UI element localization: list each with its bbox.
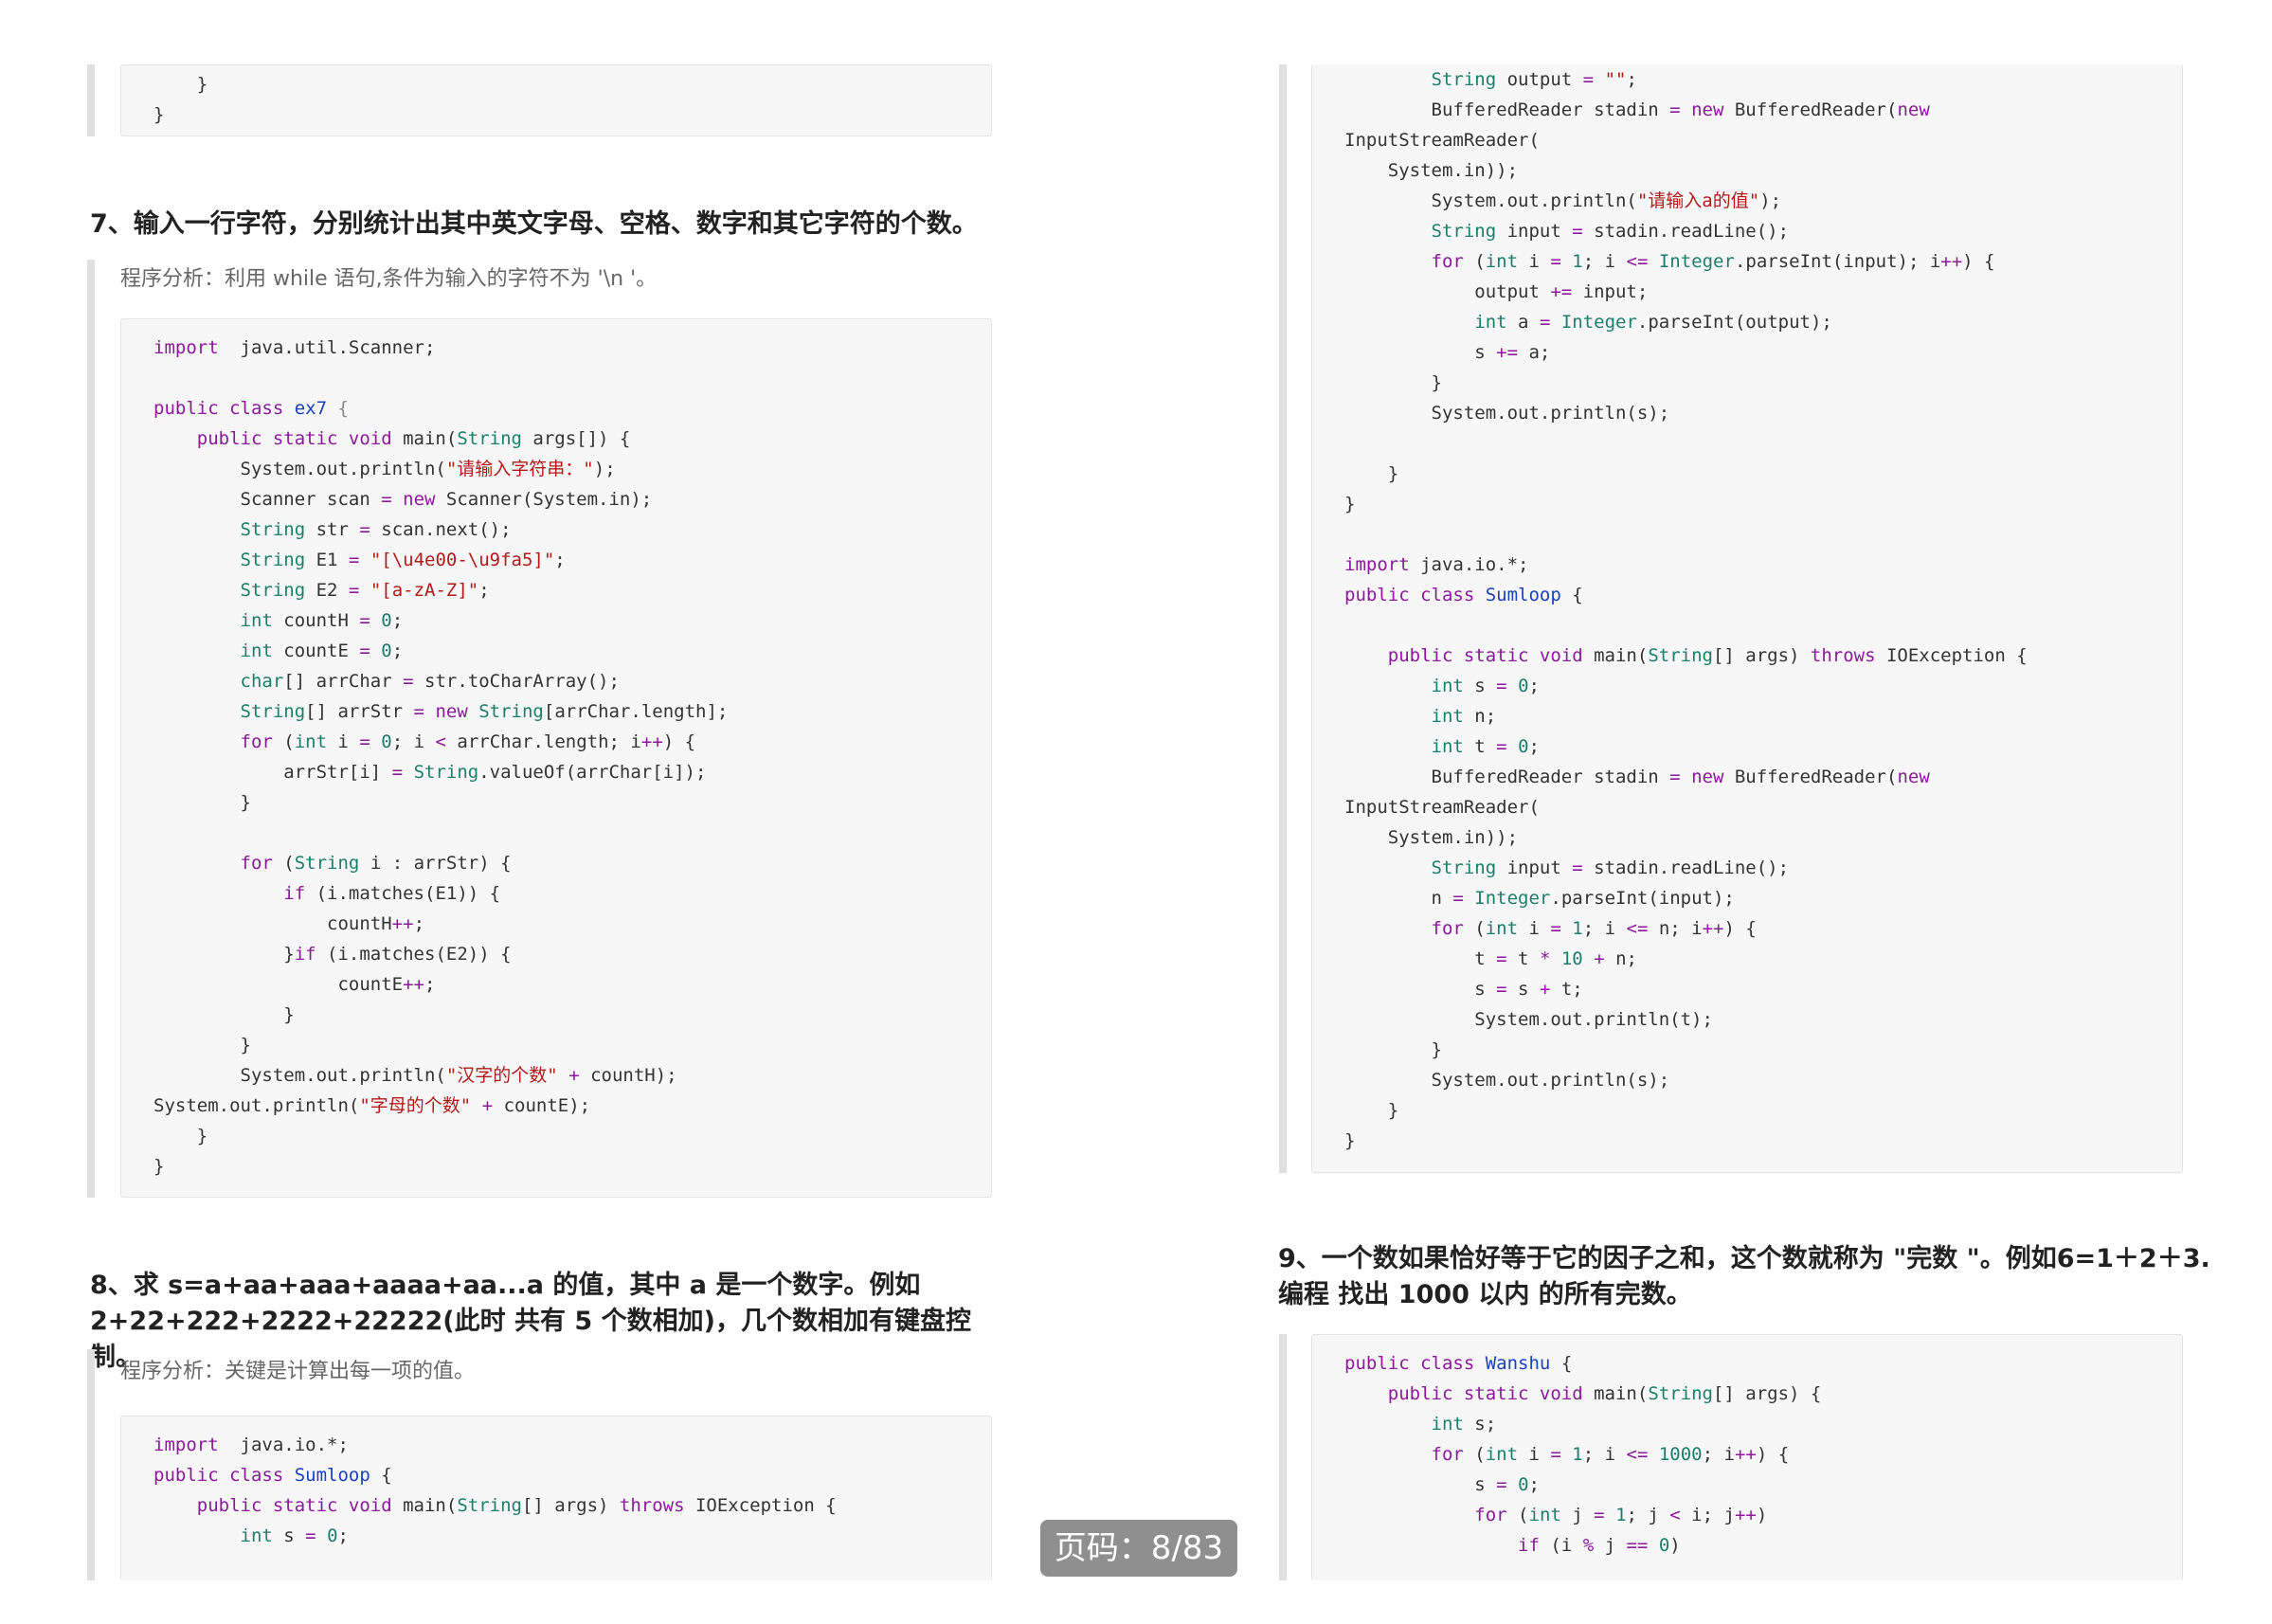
code-line: System.out.println("请输入a的值"); <box>1344 190 1782 211</box>
code-line: countH++; <box>153 913 425 934</box>
code-line: public static void main(String[] args) t… <box>196 1495 837 1516</box>
code-line: } <box>1344 1039 1442 1060</box>
code-line: InputStreamReader( <box>1344 130 1540 151</box>
code-line: Scanner scan = new Scanner(System.in); <box>153 489 653 510</box>
code-line: int s = 0; <box>1431 676 1540 696</box>
code-line: } <box>1344 1100 1399 1121</box>
code-line: public class Wanshu { <box>1344 1353 1573 1374</box>
code-line: String E2 = "[a-zA-Z]"; <box>240 580 490 601</box>
code-right-top: String output = ""; BufferedReader stadi… <box>1312 64 2182 1156</box>
code-line: int n; <box>1431 706 1497 727</box>
code-block-ex8-left: import java.io.*; public class Sumloop { … <box>120 1416 992 1580</box>
code-line: int countE = 0; <box>240 641 404 661</box>
code-line: public static void main(String[] args) { <box>1387 1383 1822 1404</box>
page-indicator-badge: 页码：8/83 <box>1040 1520 1237 1577</box>
code-line: String input = stadin.readLine(); <box>1431 857 1790 878</box>
code-line: System.out.println(t); <box>1344 1009 1713 1030</box>
code-line: public static void main(String[] args) t… <box>1387 645 2028 666</box>
code-line: System.out.println(s); <box>1344 403 1670 424</box>
code-line: int s; <box>1431 1414 1497 1435</box>
code-line: String input = stadin.readLine(); <box>1431 221 1790 242</box>
code-line: System.out.println("汉字的个数" + countH); <box>153 1065 677 1086</box>
code-line: System.in)); <box>1344 827 1519 848</box>
code-ex8-left: import java.io.*; public class Sumloop { … <box>121 1416 991 1551</box>
code-line: } <box>153 1156 165 1177</box>
code-line: } <box>153 104 165 125</box>
quote-bar-q7 <box>87 260 95 1198</box>
code-block-ex9: public class Wanshu { public static void… <box>1311 1334 2183 1580</box>
code-line: System.out.println("字母的个数" + countE); <box>153 1095 591 1116</box>
code-line: t = t * 10 + n; <box>1344 948 1637 969</box>
code-line: for (int j = 1; j < i; j++) <box>1474 1505 1768 1525</box>
question-9-heading-line2: 编程 找出 1000 以内 的所有完数。 <box>1278 1280 1692 1309</box>
code-line: } <box>1344 463 1399 484</box>
code-line: for (String i : arrStr) { <box>240 853 512 874</box>
code-line: } <box>153 1004 295 1025</box>
code-line: } <box>153 1126 208 1146</box>
code-line: String output = ""; <box>1431 69 1637 90</box>
code-line: s = 0; <box>1344 1474 1540 1495</box>
code-line: n = Integer.parseInt(input); <box>1344 888 1735 909</box>
code-line: countE++; <box>153 974 436 995</box>
code-block-right-top: String output = ""; BufferedReader stadi… <box>1311 64 2183 1173</box>
question-7-heading: 7、输入一行字符，分别统计出其中英文字母、空格、数字和其它字符的个数。 <box>90 209 978 239</box>
code-line: }if (i.matches(E2)) { <box>153 944 512 965</box>
quote-bar-q9 <box>1279 1334 1287 1580</box>
quote-bar-top-right <box>1279 64 1287 1173</box>
code-line: int t = 0; <box>1431 736 1540 757</box>
code-line: s += a; <box>1344 342 1551 363</box>
question-7-analysis: 程序分析：利用 while 语句,条件为输入的字符不为 '\n '。 <box>120 267 658 291</box>
code-line: String E1 = "[\u4e00-\u9fa5]"; <box>240 550 566 570</box>
code-line: BufferedReader stadin = new BufferedRead… <box>1344 99 1930 120</box>
code-line: String str = scan.next(); <box>240 519 512 540</box>
code-line: } <box>1344 494 1356 514</box>
code-line: arrStr[i] = String.valueOf(arrChar[i]); <box>153 762 707 783</box>
code-line: import java.io.*; <box>153 1435 349 1455</box>
code-line: String[] arrStr = new String[arrChar.len… <box>240 701 729 722</box>
code-line: output += input; <box>1344 281 1649 302</box>
question-8-analysis: 程序分析：关键是计算出每一项的值。 <box>120 1360 476 1383</box>
code-line: for (int i = 1; i <= Integer.parseInt(in… <box>1431 251 1995 272</box>
code-block-ex7: import java.util.Scanner; public class e… <box>120 318 992 1198</box>
code-line: System.in)); <box>1344 160 1519 181</box>
code-line: import java.io.*; <box>1344 554 1529 575</box>
question-8-heading-line1: 8、求 s=a+aa+aaa+aaaa+aa...a 的值，其中 a 是一个数字… <box>90 1271 921 1300</box>
code-line: System.out.println(s); <box>1344 1070 1670 1091</box>
code-line: System.out.println("请输入字符串："); <box>153 459 616 479</box>
code-line: int a = Integer.parseInt(output); <box>1474 312 1832 333</box>
question-9-heading-line1: 9、一个数如果恰好等于它的因子之和，这个数就称为 "完数 "。例如6=1＋2＋3… <box>1278 1244 2210 1273</box>
code-line: for (int i = 1; i <= 1000; i++) { <box>1431 1444 1790 1465</box>
code-line: } <box>1344 372 1442 393</box>
code-line: InputStreamReader( <box>1344 797 1540 818</box>
code-ex9: public class Wanshu { public static void… <box>1312 1335 2182 1561</box>
code-line: } <box>1344 1130 1356 1151</box>
code-line: public static void main(String args[]) { <box>196 428 631 449</box>
code-line: BufferedReader stadin = new BufferedRead… <box>1344 767 1930 787</box>
code-ex7: import java.util.Scanner; public class e… <box>121 319 991 1182</box>
code-line: s = s + t; <box>1344 979 1583 1000</box>
code-line: } <box>153 74 208 95</box>
code-line: int s = 0; <box>240 1525 349 1546</box>
quote-bar-top-left <box>87 64 95 136</box>
code-line: for (int i = 1; i <= n; i++) { <box>1431 918 1757 939</box>
code-line: if (i.matches(E1)) { <box>283 883 501 904</box>
code-block-prev-tail: }} <box>120 64 992 136</box>
code-line: if (i % j == 0) <box>1518 1535 1681 1556</box>
code-line: } <box>153 792 251 813</box>
code-line: public class ex7 { <box>153 398 349 419</box>
code-line: char[] arrChar = str.toCharArray(); <box>240 671 620 692</box>
code-line: import java.util.Scanner; <box>153 337 436 358</box>
code-line: for (int i = 0; i < arrChar.length; i++)… <box>240 731 696 752</box>
code-line: } <box>153 1035 251 1056</box>
code-line: public class Sumloop { <box>1344 585 1583 605</box>
code-line: int countH = 0; <box>240 610 404 631</box>
quote-bar-q8 <box>87 1349 95 1580</box>
code-line: public class Sumloop { <box>153 1465 392 1486</box>
